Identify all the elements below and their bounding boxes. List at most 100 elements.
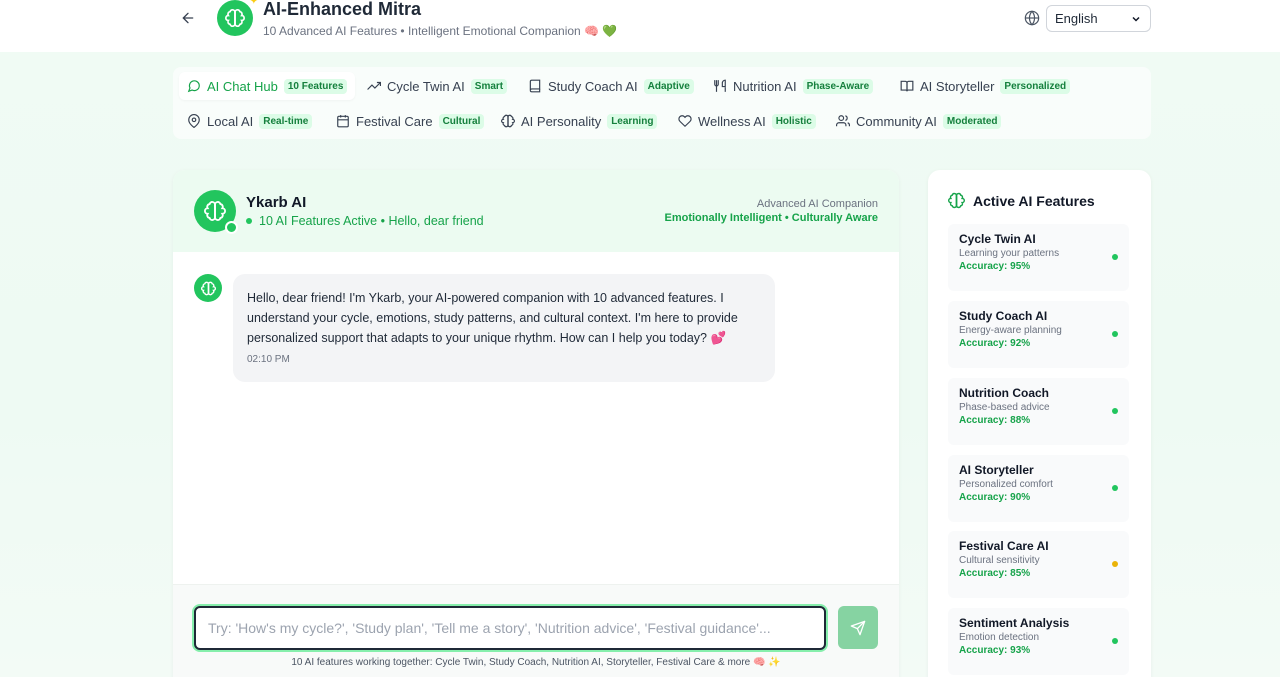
tab-label: AI Chat Hub [207,78,278,94]
utensils-icon [714,79,726,92]
calendar-icon [337,115,349,128]
tab-badge: Smart [470,78,508,94]
chevron-down-icon [1132,16,1140,22]
side-title: Active AI Features [948,192,1095,209]
status-dot [1112,331,1118,337]
tab-badge: Personalized [1000,78,1071,94]
message-avatar [194,274,222,302]
feature-accuracy: Accuracy: 90% [959,492,1031,503]
bot-status-text: 10 AI Features Active • Hello, dear frie… [259,214,484,228]
feature-name: AI Storyteller [959,463,1034,477]
feature-accuracy: Accuracy: 85% [959,568,1031,579]
arrow-left-icon [182,12,194,24]
tab-badge: Phase-Aware [802,78,874,94]
tab-local-ai[interactable]: Local AI Real-time [179,107,320,135]
page-title: AI-Enhanced Mitra [263,0,422,19]
brain-icon [225,8,245,28]
trending-up-icon [367,81,381,90]
companion-subtitle: Emotionally Intelligent • Culturally Awa… [664,212,878,224]
tab-badge: Adaptive [643,78,694,94]
status-dot [1112,638,1118,644]
brain-icon [948,192,965,209]
tab-badge: Real-time [259,113,313,129]
feature-desc: Energy-aware planning [959,325,1062,336]
language-select[interactable]: English [1046,5,1151,32]
back-button[interactable] [176,6,200,30]
footer-note: 10 AI features working together: Cycle T… [291,657,781,668]
tab-label: Cycle Twin AI [387,78,465,94]
tab-badge: Learning [607,113,658,129]
message-text: Hello, dear friend! I'm Ykarb, your AI-p… [247,291,738,345]
feature-desc: Emotion detection [959,632,1040,643]
tab-community-ai[interactable]: Community AI Moderated [828,107,1009,135]
map-pin-icon [188,114,200,128]
send-icon [850,620,866,635]
feature-name: Sentiment Analysis [959,616,1070,630]
sparkle-icon: ✦ [249,0,258,7]
tab-label: Local AI [207,113,254,129]
tab-badge: 10 Features [283,78,348,94]
users-icon [836,115,850,127]
brain-icon [200,281,216,295]
tab-label: Nutrition AI [733,78,797,94]
feature-desc: Learning your patterns [959,248,1060,259]
feature-name: Nutrition Coach [959,386,1049,400]
message-circle-icon [187,80,200,93]
open-book-icon [900,80,914,92]
feature-desc: Phase-based advice [959,402,1050,413]
tab-nutrition-ai[interactable]: Nutrition AI Phase-Aware [705,72,881,100]
feature-card[interactable]: Festival Care AI Cultural sensitivity Ac… [948,531,1129,598]
feature-nav: AI Chat Hub 10 Features Cycle Twin AI Sm… [173,67,1151,139]
tab-ai-storyteller[interactable]: AI Storyteller Personalized [892,72,1078,100]
heart-icon [678,115,692,128]
feature-accuracy: Accuracy: 92% [959,338,1031,349]
app-header: ✦ AI-Enhanced Mitra 10 Advanced AI Featu… [0,0,1280,52]
feature-card[interactable]: Cycle Twin AI Learning your patterns Acc… [948,224,1129,291]
feature-card[interactable]: Study Coach AI Energy-aware planning Acc… [948,301,1129,368]
feature-accuracy: Accuracy: 95% [959,261,1031,272]
feature-card[interactable]: AI Storyteller Personalized comfort Accu… [948,455,1129,522]
feature-accuracy: Accuracy: 93% [959,645,1031,656]
status-dot [246,218,252,224]
bot-status: 10 AI Features Active • Hello, dear frie… [246,214,484,228]
tab-label: AI Storyteller [920,78,995,94]
message-time: 02:10 PM [247,354,290,365]
feature-desc: Personalized comfort [959,479,1053,490]
bot-name: Ykarb AI [246,194,307,211]
feature-accuracy: Accuracy: 88% [959,415,1031,426]
tab-badge: Cultural [438,113,485,129]
tab-label: Wellness AI [698,113,766,129]
feature-name: Study Coach AI [959,309,1048,323]
tab-cycle-twin-ai[interactable]: Cycle Twin AI Smart [359,72,515,100]
active-features-panel: Active AI Features Cycle Twin AI Learnin… [928,170,1151,677]
send-button[interactable] [838,606,878,649]
feature-card[interactable]: Nutrition Coach Phase-based advice Accur… [948,378,1129,445]
online-indicator [225,221,238,234]
book-icon [529,79,541,93]
tab-label: Community AI [856,113,937,129]
tab-study-coach-ai[interactable]: Study Coach AI Adaptive [520,72,702,100]
tab-label: Festival Care [356,113,433,129]
language-value: English [1055,11,1098,26]
brain-icon [204,201,226,221]
globe-icon [1024,10,1040,26]
tab-ai-chat-hub[interactable]: AI Chat Hub 10 Features [179,72,356,100]
brain-icon [501,114,515,128]
feature-card[interactable]: Sentiment Analysis Emotion detection Acc… [948,608,1129,675]
tab-ai-personality[interactable]: AI Personality Learning [493,107,665,135]
chat-input[interactable]: Try: 'How's my cycle?', 'Study plan', 'T… [194,606,826,650]
tab-festival-care[interactable]: Festival Care Cultural [328,107,492,135]
status-dot [1112,408,1118,414]
chat-header: Ykarb AI 10 AI Features Active • Hello, … [173,170,899,252]
page-subtitle: 10 Advanced AI Features • Intelligent Em… [263,24,618,38]
tab-badge: Moderated [942,113,1002,129]
bot-message: Hello, dear friend! I'm Ykarb, your AI-p… [233,274,775,382]
companion-title: Advanced AI Companion [756,198,878,210]
status-dot [1112,561,1118,567]
tab-wellness-ai[interactable]: Wellness AI Holistic [670,107,824,135]
tab-badge: Holistic [771,113,816,129]
app-logo: ✦ [217,0,258,36]
feature-desc: Cultural sensitivity [959,555,1040,566]
feature-name: Cycle Twin AI [959,232,1036,246]
status-dot [1112,254,1118,260]
